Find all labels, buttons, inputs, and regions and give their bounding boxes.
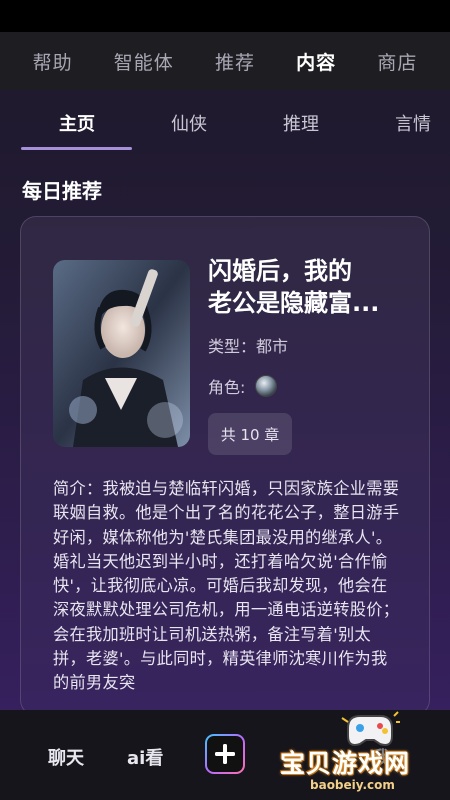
- top-nav-agents[interactable]: 智能体: [114, 48, 174, 75]
- watermark-text: 宝贝游戏网: [280, 749, 411, 778]
- bottom-ai-watch-button[interactable]: ai看: [127, 744, 163, 770]
- top-nav-help[interactable]: 帮助: [33, 48, 73, 75]
- plus-icon: [215, 744, 235, 764]
- book-title[interactable]: 闪婚后，我的 老公是隐藏富...: [208, 255, 413, 319]
- watermark-logo: 宝贝游戏网 baobeiy.com: [280, 708, 450, 798]
- top-nav: 帮助 智能体 推荐 内容 商店: [0, 32, 450, 90]
- create-button[interactable]: [205, 734, 245, 774]
- section-title: 每日推荐: [22, 179, 102, 203]
- top-nav-recommend[interactable]: 推荐: [215, 48, 255, 75]
- watermark-url: baobeiy.com: [310, 778, 395, 792]
- book-title-line2: 老公是隐藏富...: [208, 289, 380, 317]
- book-card[interactable]: 闪婚后，我的 老公是隐藏富... 类型：都市 角色: 共 10 章 简介：我被迫…: [20, 216, 430, 716]
- chapter-count-badge: 共 10 章: [208, 413, 292, 455]
- status-bar: [0, 0, 450, 32]
- role-avatar[interactable]: [255, 375, 278, 397]
- top-nav-content[interactable]: 内容: [296, 48, 336, 75]
- book-cover-image[interactable]: [53, 260, 190, 447]
- top-nav-store[interactable]: 商店: [377, 48, 417, 75]
- tab-xianxia[interactable]: 仙侠: [134, 110, 244, 136]
- book-type: 类型：都市: [208, 337, 289, 356]
- tab-romance[interactable]: 言情: [358, 110, 450, 136]
- tab-mystery[interactable]: 推理: [246, 110, 356, 136]
- category-tabs: 主页 仙侠 推理 言情: [0, 90, 450, 150]
- book-roles: 角色:: [208, 374, 278, 398]
- book-synopsis: 简介：我被迫与楚临轩闪婚，只因家族企业需要联姻自救。他是个出了名的花花公子，整日…: [53, 479, 400, 693]
- book-title-line1: 闪婚后，我的: [208, 257, 352, 285]
- roles-label: 角色:: [208, 378, 246, 397]
- tab-home[interactable]: 主页: [22, 110, 132, 136]
- active-tab-indicator: [21, 147, 132, 150]
- bottom-chat-button[interactable]: 聊天: [48, 744, 84, 770]
